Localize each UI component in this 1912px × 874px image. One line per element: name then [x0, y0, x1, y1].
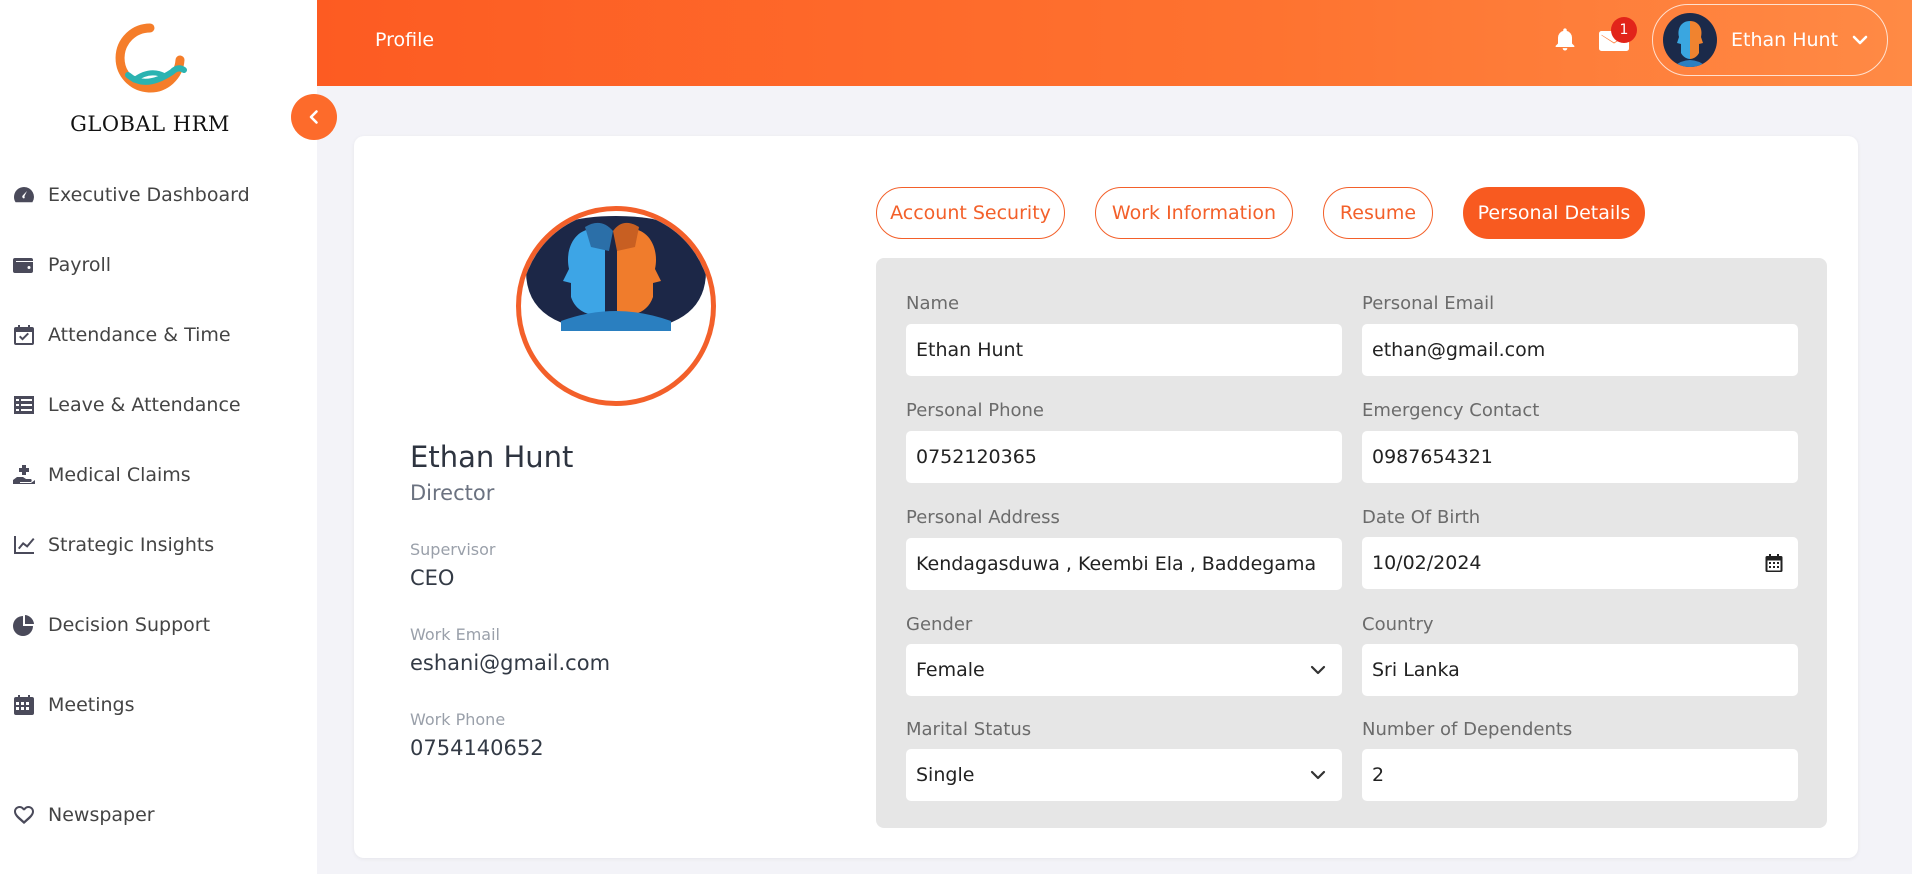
sidebar: GLOBAL HRM Executive Dashboard Payroll A…: [0, 0, 317, 874]
sidebar-item-medical-claims[interactable]: Medical Claims: [12, 463, 191, 487]
heart-icon: [14, 806, 34, 824]
sidebar-item-label: Strategic Insights: [48, 534, 215, 556]
brand-name: GLOBAL HRM: [70, 112, 230, 136]
work-email-value: eshani@gmail.com: [410, 651, 611, 675]
sidebar-item-label: Medical Claims: [48, 464, 191, 486]
profile-image: [526, 216, 706, 331]
notification-badge: 1: [1611, 17, 1637, 43]
personal-address-label: Personal Address: [906, 507, 1060, 528]
chart-line-icon: [14, 536, 35, 554]
chevron-down-icon: [1310, 665, 1326, 675]
marital-status-value: Single: [916, 764, 975, 786]
chevron-down-icon: [1310, 770, 1326, 780]
personal-email-input[interactable]: ethan@gmail.com: [1362, 324, 1798, 376]
sidebar-item-meetings[interactable]: Meetings: [12, 693, 135, 717]
sidebar-item-strategic-insights[interactable]: Strategic Insights: [12, 533, 214, 557]
country-input[interactable]: Sri Lanka: [1362, 644, 1798, 696]
profile-role: Director: [410, 481, 495, 505]
sidebar-item-decision-support[interactable]: Decision Support: [12, 613, 210, 637]
marital-status-select[interactable]: Single: [906, 749, 1342, 801]
tab-work-information[interactable]: Work Information: [1095, 187, 1293, 239]
sidebar-item-label: Attendance & Time: [48, 324, 231, 346]
profile-card: Ethan Hunt Director Supervisor CEO Work …: [354, 136, 1858, 858]
sidebar-item-label: Newspaper: [48, 804, 155, 826]
chevron-down-icon: [1852, 35, 1868, 45]
personal-phone-input[interactable]: 0752120365: [906, 431, 1342, 483]
dependents-input[interactable]: 2: [1362, 749, 1798, 801]
hand-medical-icon: [13, 465, 35, 484]
pie-chart-icon: [13, 615, 34, 636]
user-menu[interactable]: Ethan Hunt: [1652, 4, 1888, 76]
user-name: Ethan Hunt: [1731, 29, 1839, 51]
name-label: Name: [906, 293, 960, 314]
dependents-label: Number of Dependents: [1362, 719, 1573, 740]
profile-picture: [516, 206, 716, 406]
sidebar-item-attendance-time[interactable]: Attendance & Time: [12, 323, 231, 347]
personal-address-input[interactable]: Kendagasduwa , Keembi Ela , Baddegama: [906, 538, 1342, 590]
gender-select[interactable]: Female: [906, 644, 1342, 696]
supervisor-value: CEO: [410, 566, 455, 590]
sidebar-item-payroll[interactable]: Payroll: [12, 253, 111, 277]
logo-icon: [115, 23, 187, 93]
topbar: Profile 1 Ethan Hunt: [317, 0, 1912, 86]
calendar-icon[interactable]: [1764, 553, 1784, 573]
chevron-left-icon: [309, 110, 318, 124]
sidebar-item-newspaper[interactable]: Newspaper: [12, 803, 155, 827]
avatar-image: [1663, 13, 1717, 67]
sidebar-collapse-button[interactable]: [291, 94, 337, 140]
personal-email-label: Personal Email: [1362, 293, 1495, 314]
sidebar-item-label: Decision Support: [48, 614, 211, 636]
date-of-birth-label: Date Of Birth: [1362, 507, 1481, 528]
marital-status-label: Marital Status: [906, 719, 1032, 740]
supervisor-label: Supervisor: [410, 540, 496, 559]
name-input[interactable]: Ethan Hunt: [906, 324, 1342, 376]
calendar-icon: [14, 695, 34, 715]
avatar: [1663, 13, 1717, 67]
work-phone-value: 0754140652: [410, 736, 544, 760]
emergency-contact-input[interactable]: 0987654321: [1362, 431, 1798, 483]
page-title: Profile: [375, 29, 435, 51]
sidebar-item-leave-attendance[interactable]: Leave & Attendance: [12, 393, 241, 417]
personal-details-form: Name Ethan Hunt Personal Email ethan@gma…: [876, 258, 1827, 828]
personal-phone-label: Personal Phone: [906, 400, 1044, 421]
date-of-birth-input[interactable]: 10/02/2024: [1362, 537, 1798, 589]
gender-label: Gender: [906, 614, 973, 635]
tab-personal-details[interactable]: Personal Details: [1463, 187, 1645, 239]
bell-icon[interactable]: [1551, 26, 1579, 54]
calendar-check-icon: [14, 325, 34, 345]
country-label: Country: [1362, 614, 1434, 635]
tab-resume[interactable]: Resume: [1323, 187, 1433, 239]
profile-name: Ethan Hunt: [410, 440, 574, 474]
list-icon: [14, 396, 34, 414]
emergency-contact-label: Emergency Contact: [1362, 400, 1540, 421]
work-email-label: Work Email: [410, 625, 500, 644]
work-phone-label: Work Phone: [410, 710, 506, 729]
date-of-birth-value: 10/02/2024: [1372, 552, 1482, 574]
sidebar-item-label: Payroll: [48, 254, 112, 276]
sidebar-item-label: Leave & Attendance: [48, 394, 241, 416]
wallet-icon: [13, 258, 33, 273]
sidebar-item-label: Executive Dashboard: [48, 184, 250, 206]
gender-value: Female: [916, 659, 985, 681]
sidebar-item-label: Meetings: [48, 694, 135, 716]
gauge-icon: [14, 187, 34, 203]
sidebar-item-executive-dashboard[interactable]: Executive Dashboard: [12, 183, 250, 207]
tab-account-security[interactable]: Account Security: [876, 187, 1065, 239]
